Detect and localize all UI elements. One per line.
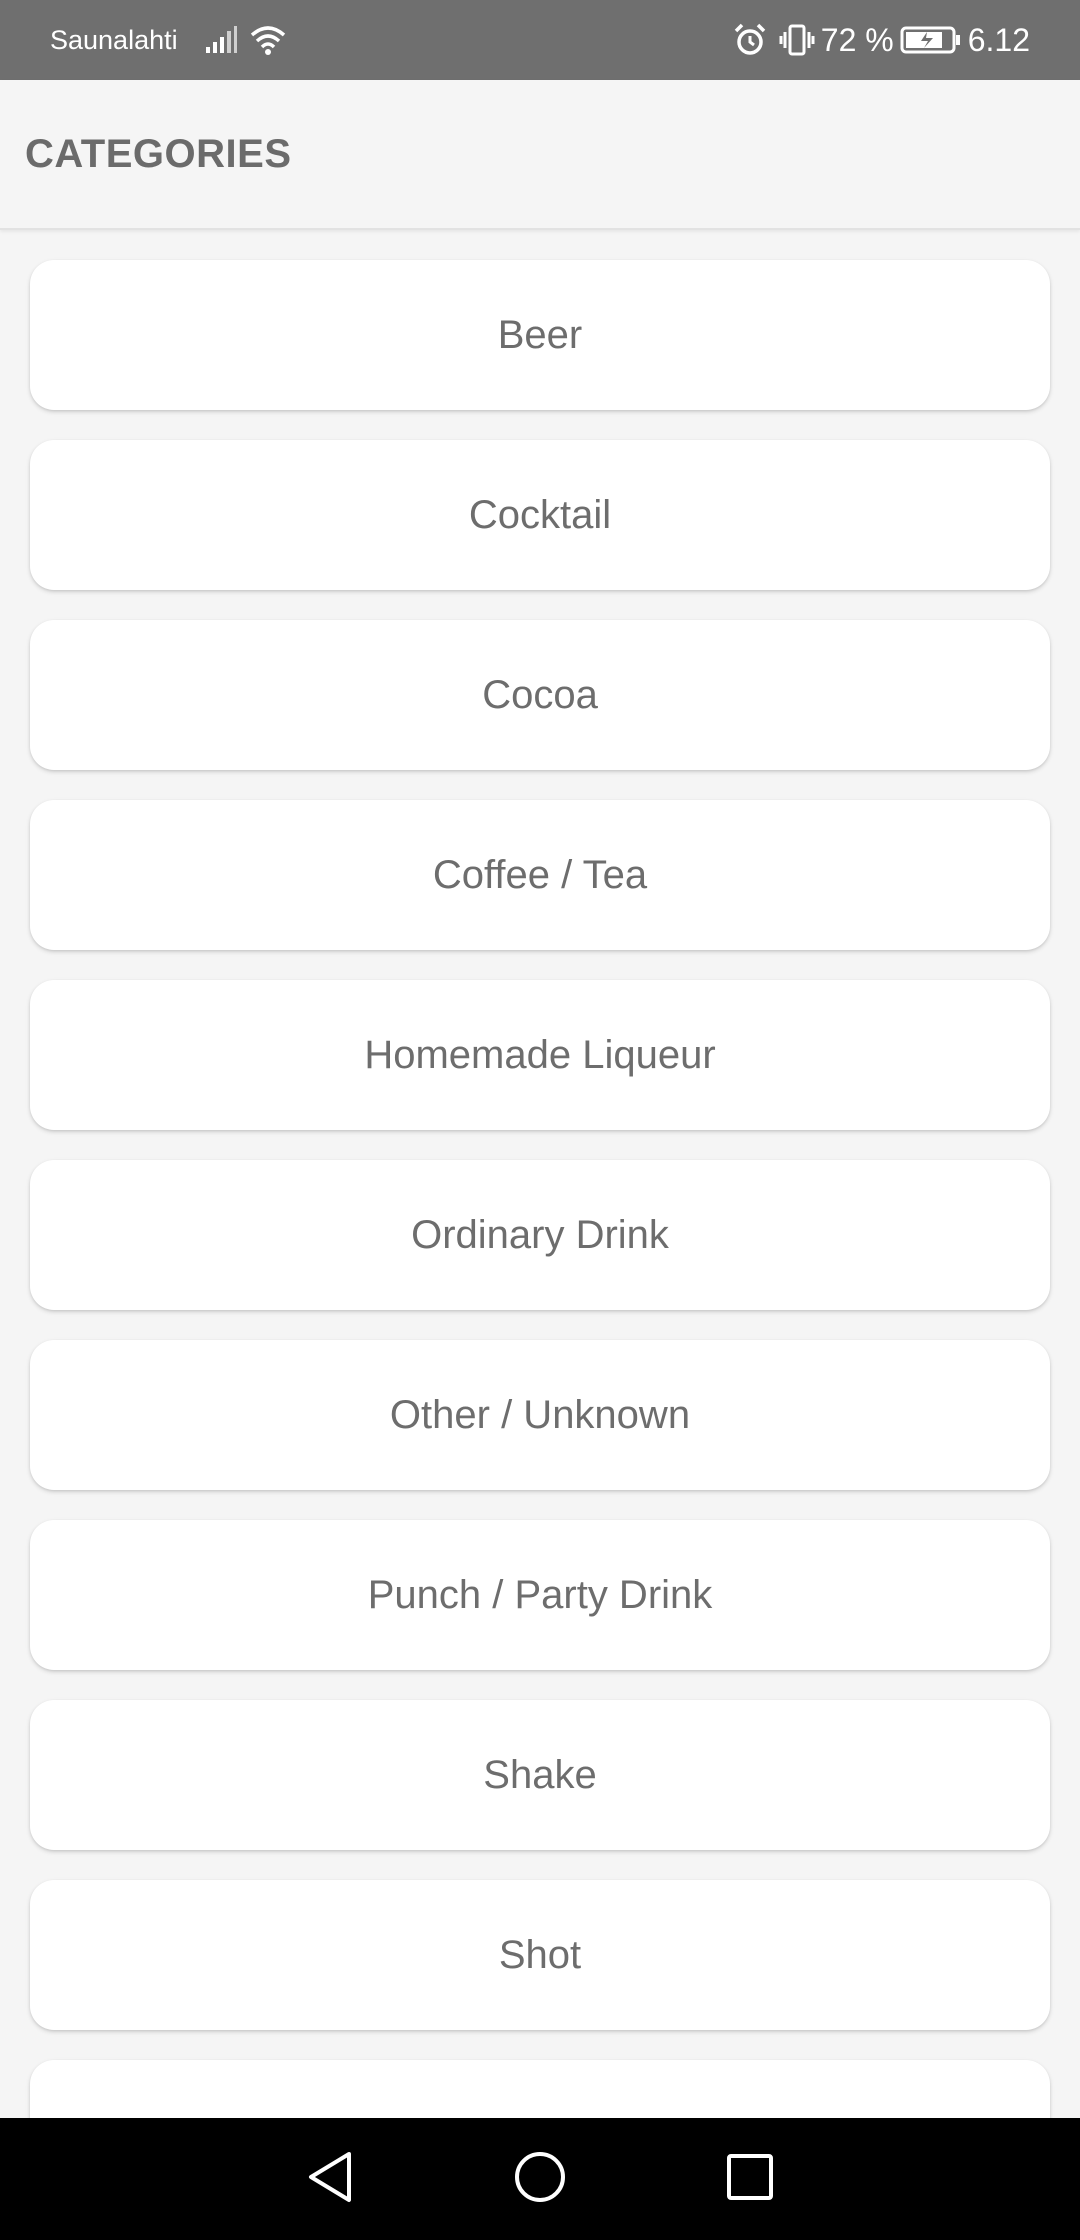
back-icon — [305, 2150, 355, 2209]
category-label: Shot — [498, 1932, 582, 1977]
recents-icon — [725, 2152, 775, 2207]
battery-percent: 72 % — [820, 21, 894, 58]
carrier-name: Saunalahti — [50, 24, 178, 55]
category-label: Cocktail — [468, 492, 612, 537]
home-button[interactable] — [500, 2139, 580, 2219]
category-label: Beer — [497, 312, 583, 357]
page-title: CATEGORIES — [25, 131, 292, 176]
app-bar: CATEGORIES — [0, 80, 1080, 230]
category-label: Cocoa — [482, 672, 598, 717]
category-card-cocktail[interactable]: Cocktail — [30, 440, 1050, 590]
category-label: Other / Unknown — [389, 1392, 691, 1437]
home-icon — [513, 2150, 567, 2209]
category-label: Homemade Liqueur — [364, 1032, 716, 1077]
status-left: Saunalahti — [50, 25, 292, 56]
category-label: Coffee / Tea — [432, 852, 648, 897]
category-card-cocoa[interactable]: Cocoa — [30, 620, 1050, 770]
category-card-punch-party-drink[interactable]: Punch / Party Drink — [30, 1520, 1050, 1670]
status-bar: Saunalahti 72 % 6.12 — [0, 0, 1080, 80]
signal-icon — [204, 25, 238, 55]
wifi-icon — [250, 25, 286, 55]
category-list[interactable]: Beer Cocktail Cocoa Coffee / Tea Homemad… — [0, 232, 1080, 2118]
category-card-ordinary-drink[interactable]: Ordinary Drink — [30, 1160, 1050, 1310]
category-card-homemade-liqueur[interactable]: Homemade Liqueur — [30, 980, 1050, 1130]
category-card-partial[interactable] — [30, 2060, 1050, 2118]
category-label: Punch / Party Drink — [367, 1572, 713, 1617]
back-button[interactable] — [290, 2139, 370, 2219]
vibrate-icon — [779, 23, 815, 57]
battery-icon — [900, 25, 962, 55]
navigation-bar — [0, 2118, 1080, 2240]
clock: 6.12 — [967, 21, 1030, 58]
category-card-shake[interactable]: Shake — [30, 1700, 1050, 1850]
category-card-other-unknown[interactable]: Other / Unknown — [30, 1340, 1050, 1490]
category-label: Shake — [483, 1752, 597, 1797]
category-card-beer[interactable]: Beer — [30, 260, 1050, 410]
recents-button[interactable] — [710, 2139, 790, 2219]
category-label: Ordinary Drink — [411, 1212, 669, 1257]
status-right: 72 % 6.12 — [727, 22, 1030, 59]
category-card-coffee-tea[interactable]: Coffee / Tea — [30, 800, 1050, 950]
alarm-icon — [733, 23, 767, 57]
category-card-shot[interactable]: Shot — [30, 1880, 1050, 2030]
